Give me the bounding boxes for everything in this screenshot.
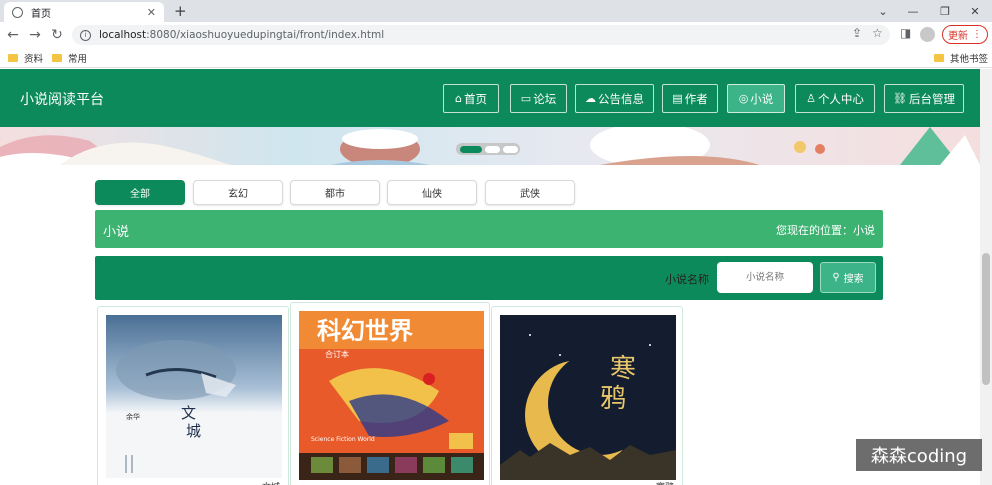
nav-label: 首页 bbox=[463, 91, 487, 106]
cover-image: 寒 鸦 bbox=[500, 315, 676, 480]
cover-title-2: 鸦 bbox=[600, 384, 626, 414]
book-cover[interactable]: 科幻世界 合订本 Science Fiction World bbox=[299, 311, 484, 480]
browser-tab[interactable]: 首页 ✕ bbox=[4, 2, 164, 22]
svg-text:余华: 余华 bbox=[126, 412, 140, 421]
url-input[interactable]: i localhost:8080/xiaoshuoyuedupingtai/fr… bbox=[72, 25, 890, 45]
nav-novel[interactable]: ◎ 小说 bbox=[727, 84, 785, 113]
carousel-indicators bbox=[456, 143, 520, 155]
bookmark-label: 资料 bbox=[24, 54, 44, 65]
section-header: 小说 您现在的位置：小说 bbox=[95, 210, 883, 248]
folder-icon bbox=[8, 54, 18, 62]
carousel-dot[interactable] bbox=[503, 145, 518, 153]
cover-title-1: 寒 bbox=[610, 354, 636, 384]
bookmark-star-icon[interactable]: ☆ bbox=[872, 26, 883, 40]
folder-icon bbox=[52, 54, 62, 62]
video-watermark: 森森coding bbox=[856, 439, 982, 471]
minimize-button[interactable]: — bbox=[896, 0, 930, 22]
globe-icon bbox=[12, 6, 23, 18]
cloud-icon: ☁ bbox=[585, 92, 596, 105]
book-card[interactable]: 寒 鸦 寒鸦 bbox=[491, 306, 683, 485]
side-panel-icon[interactable]: ◨ bbox=[900, 26, 911, 40]
bookmark-item[interactable]: 资料 bbox=[8, 51, 43, 65]
bookmark-item[interactable]: 常用 bbox=[52, 51, 87, 65]
home-icon: ⌂ bbox=[455, 92, 462, 105]
carousel-dot[interactable] bbox=[460, 145, 482, 153]
url-host: localhost bbox=[99, 29, 147, 41]
link-icon: ⛓ bbox=[893, 92, 907, 105]
info-icon[interactable]: i bbox=[80, 29, 91, 41]
site-logo[interactable]: 小说阅读平台 bbox=[20, 89, 104, 109]
nav-label: 作者 bbox=[684, 91, 708, 106]
nav-home[interactable]: ⌂ 首页 bbox=[443, 84, 499, 113]
other-bookmarks[interactable]: 其他书签 bbox=[934, 51, 988, 65]
cover-title-2: 城 bbox=[186, 422, 201, 440]
new-tab-button[interactable]: + bbox=[174, 2, 187, 20]
carousel-dot[interactable] bbox=[485, 145, 500, 153]
cover-title-1: 文 bbox=[181, 404, 196, 422]
search-label: 小说名称 bbox=[665, 273, 709, 286]
forward-button[interactable]: → bbox=[26, 26, 44, 44]
book-title[interactable]: 寒鸦 bbox=[656, 480, 674, 485]
forum-icon: ▭ bbox=[520, 92, 532, 105]
folder-icon bbox=[934, 54, 944, 62]
nav-label: 个人中心 bbox=[817, 91, 864, 106]
nav-forum[interactable]: ▭ 论坛 bbox=[510, 84, 567, 113]
nav-author[interactable]: ▤ 作者 bbox=[662, 84, 718, 113]
category-wuxia[interactable]: 武侠 bbox=[485, 180, 575, 205]
section-title: 小说 bbox=[103, 225, 130, 240]
update-label: 更新 bbox=[948, 31, 968, 42]
share-icon[interactable]: ⇪ bbox=[852, 26, 862, 40]
search-bar: 小说名称 ⚲ 搜索 bbox=[95, 256, 883, 300]
nav-label: 后台管理 bbox=[908, 91, 955, 106]
book-cover[interactable]: 文 城 余华 bbox=[106, 315, 282, 478]
reload-button[interactable]: ↻ bbox=[48, 26, 66, 44]
bookmark-label: 常用 bbox=[68, 54, 88, 65]
search-button-label: 搜索 bbox=[843, 274, 864, 285]
category-dushi[interactable]: 都市 bbox=[290, 180, 380, 205]
nav-label: 论坛 bbox=[533, 91, 557, 106]
book-card[interactable]: 文 城 余华 文城 bbox=[97, 306, 289, 485]
user-icon: ♙ bbox=[806, 92, 816, 105]
book-cover[interactable]: 寒 鸦 bbox=[500, 315, 676, 480]
category-xianxia[interactable]: 仙侠 bbox=[387, 180, 477, 205]
profile-avatar[interactable] bbox=[920, 27, 935, 42]
more-menu-icon: ⋮ bbox=[972, 29, 982, 40]
update-button[interactable]: 更新 ⋮ bbox=[942, 25, 988, 44]
close-window-button[interactable]: ✕ bbox=[958, 0, 992, 22]
address-bar-row: ← → ↻ i localhost:8080/xiaoshuoyueduping… bbox=[0, 22, 992, 48]
tab-search-icon[interactable]: ⌄ bbox=[866, 0, 900, 22]
nav-label: 公告信息 bbox=[598, 91, 644, 106]
scrollbar-thumb[interactable] bbox=[982, 253, 990, 385]
cover-image: 科幻世界 合订本 Science Fiction World bbox=[299, 311, 484, 480]
nav-user-center[interactable]: ♙ 个人中心 bbox=[795, 84, 875, 113]
book-title[interactable]: 文城 bbox=[262, 480, 280, 485]
svg-text:Science Fiction World: Science Fiction World bbox=[311, 436, 375, 443]
category-xuanhuan[interactable]: 玄幻 bbox=[193, 180, 283, 205]
book-card[interactable]: 科幻世界 合订本 Science Fiction World bbox=[290, 302, 490, 485]
svg-text:合订本: 合订本 bbox=[325, 349, 349, 359]
breadcrumb: 您现在的位置：小说 bbox=[776, 224, 875, 237]
tab-title: 首页 bbox=[31, 8, 51, 20]
search-icon: ⚲ bbox=[832, 272, 840, 283]
search-button[interactable]: ⚲ 搜索 bbox=[820, 262, 876, 293]
nav-notice[interactable]: ☁ 公告信息 bbox=[575, 84, 654, 113]
cover-image: 文 城 余华 bbox=[106, 315, 282, 478]
banner-carousel bbox=[0, 127, 980, 165]
url-path: :8080/xiaoshuoyuedupingtai/front/index.h… bbox=[146, 29, 385, 41]
novel-icon: ◎ bbox=[738, 92, 749, 105]
tab-close-icon[interactable]: ✕ bbox=[147, 6, 156, 19]
nav-admin[interactable]: ⛓ 后台管理 bbox=[884, 84, 964, 113]
author-icon: ▤ bbox=[672, 92, 683, 105]
restore-button[interactable]: ❐ bbox=[928, 0, 962, 22]
site-header: 小说阅读平台 ⌂ 首页 ▭ 论坛 ☁ 公告信息 ▤ 作者 ◎ 小说 ♙ 个人中心 ⛓ 后台管理 bbox=[0, 69, 992, 127]
bookmarks-bar: 资料 常用 其他书签 bbox=[0, 48, 992, 68]
search-input[interactable] bbox=[717, 262, 813, 293]
nav-label: 小说 bbox=[750, 91, 774, 106]
back-button[interactable]: ← bbox=[4, 26, 22, 44]
cover-title: 科幻世界 bbox=[317, 317, 413, 345]
category-all[interactable]: 全部 bbox=[95, 180, 185, 205]
browser-tab-bar: 首页 ✕ + ⌄ — ❐ ✕ bbox=[0, 0, 992, 22]
other-bookmarks-label: 其他书签 bbox=[950, 54, 989, 65]
